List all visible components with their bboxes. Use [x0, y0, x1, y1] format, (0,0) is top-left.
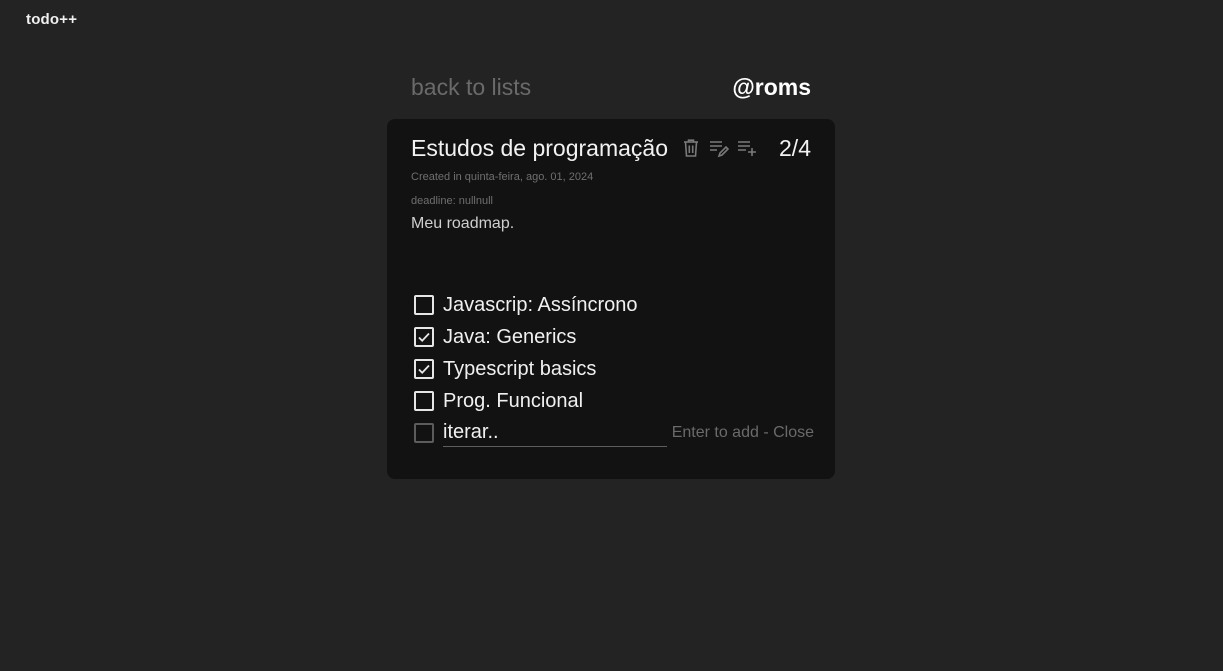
- todo-list-card: Estudos de programação 2/4 Created in qu…: [387, 119, 835, 479]
- username: @roms: [732, 74, 811, 100]
- task-label: Prog. Funcional: [443, 389, 584, 412]
- new-task-row: Enter to add - Close: [414, 417, 814, 449]
- new-task-input[interactable]: [443, 419, 667, 447]
- task-item: Prog. Funcional: [414, 385, 814, 417]
- deadline: deadline: nullnull: [411, 195, 493, 207]
- task-label: Java: Generics: [443, 325, 577, 348]
- app-brand: todo++: [26, 11, 78, 28]
- checkmark-icon: [418, 364, 430, 374]
- task-checkbox[interactable]: [414, 359, 434, 379]
- add-list-icon[interactable]: [736, 137, 758, 159]
- trash-icon[interactable]: [680, 137, 702, 159]
- task-checkbox[interactable]: [414, 327, 434, 347]
- hint-separator: -: [758, 424, 774, 441]
- back-to-lists-link[interactable]: back to lists: [411, 74, 531, 101]
- edit-list-icon[interactable]: [708, 137, 730, 159]
- task-list: Javascrip: Assíncrono Java: Generics Typ…: [414, 289, 814, 449]
- task-label: Javascrip: Assíncrono: [443, 293, 638, 316]
- task-checkbox[interactable]: [414, 295, 434, 315]
- task-item: Javascrip: Assíncrono: [414, 289, 814, 321]
- list-title: Estudos de programação: [411, 135, 668, 161]
- list-topbar: back to lists @roms: [411, 74, 811, 104]
- enter-to-add-hint: Enter to add: [671, 424, 759, 441]
- task-label: Typescript basics: [443, 357, 597, 380]
- created-date: Created in quinta-feira, ago. 01, 2024: [411, 171, 594, 183]
- checkmark-icon: [418, 332, 430, 342]
- new-task-checkbox: [414, 423, 434, 443]
- task-item: Java: Generics: [414, 321, 814, 353]
- add-task-hint: Enter to add - Close: [672, 424, 814, 442]
- close-new-task-link[interactable]: Close: [773, 424, 814, 441]
- task-checkbox[interactable]: [414, 391, 434, 411]
- task-progress: 2/4: [779, 135, 811, 161]
- task-item: Typescript basics: [414, 353, 814, 385]
- list-description: Meu roadmap.: [411, 215, 515, 232]
- list-toolbar: [680, 137, 764, 159]
